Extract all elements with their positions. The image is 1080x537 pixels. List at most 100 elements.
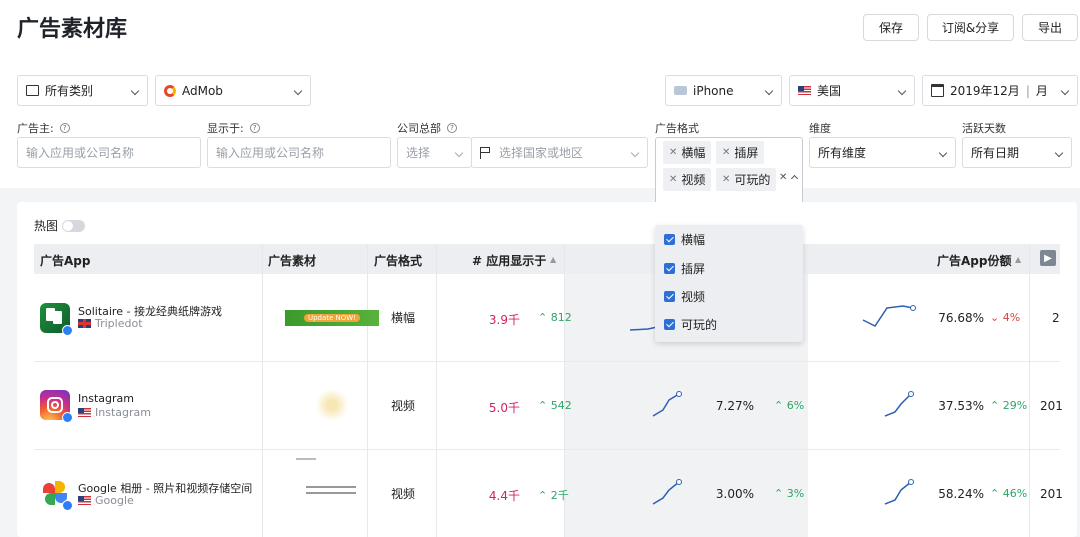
- hq-label: 公司总部?: [397, 120, 457, 136]
- chevron-down-icon: [1054, 148, 1064, 158]
- device-value: iPhone: [693, 83, 734, 98]
- ad-format-tag[interactable]: ✕ 横幅: [663, 141, 712, 164]
- flag-icon: [480, 146, 491, 159]
- mid-change: ⌃ 6%: [774, 399, 805, 412]
- apps-count: 3.9千: [488, 313, 520, 327]
- app-store-icon: [62, 325, 73, 336]
- active-days-label: 活跃天数: [962, 122, 1006, 135]
- publisher: Tripledot: [78, 317, 143, 330]
- chevron-down-icon: [897, 86, 907, 96]
- count-change: ⌃ 2千: [538, 489, 569, 502]
- subscribe-share-button[interactable]: 订阅&分享: [927, 14, 1014, 41]
- table-row[interactable]: Solitaire - 接龙经典纸牌游戏 Tripledot Update NO…: [34, 274, 1060, 362]
- table-row[interactable]: Google 相册 - 照片和视频存储空间 Google 视频 4.4千 ⌃ 2…: [34, 450, 1063, 537]
- uk-flag-icon: [78, 319, 91, 328]
- header-apps-shown[interactable]: # 应用显示于: [472, 252, 546, 269]
- chevron-right-icon[interactable]: ▶: [1040, 250, 1056, 266]
- ad-format-tag[interactable]: ✕ 可玩的: [716, 168, 777, 191]
- clear-icon[interactable]: ✕: [779, 172, 787, 183]
- question-icon[interactable]: ?: [59, 123, 70, 133]
- google-photos-app-icon: [40, 478, 73, 511]
- device-select[interactable]: iPhone: [665, 75, 782, 106]
- header-app[interactable]: 广告App: [40, 252, 90, 269]
- mid-pct: 7.27%: [715, 399, 754, 413]
- trend-sparkline: [652, 391, 682, 417]
- sort-icon[interactable]: ▲: [1015, 255, 1021, 264]
- network-select[interactable]: AdMob: [155, 75, 311, 106]
- heatmap-toggle[interactable]: [62, 220, 85, 232]
- results-card: 热图 广告App 广告素材 广告格式 # 应用显示于 ▲ 广告App份额 ▲ ▶…: [17, 202, 1077, 537]
- dropdown-option[interactable]: 插屏: [664, 260, 705, 277]
- header-format[interactable]: 广告格式: [374, 252, 422, 269]
- shown-on-label: 显示于:?: [207, 120, 260, 136]
- folder-icon: [26, 85, 39, 96]
- export-button[interactable]: 导出: [1022, 14, 1078, 41]
- instagram-app-icon: [40, 390, 73, 423]
- publisher: Instagram: [78, 406, 151, 419]
- creative-thumbnail[interactable]: [296, 458, 368, 508]
- dropdown-option[interactable]: 横幅: [664, 231, 705, 248]
- save-button[interactable]: 保存: [863, 14, 919, 41]
- checkbox-checked-icon[interactable]: [664, 263, 675, 274]
- hq-country-select[interactable]: 选择国家或地区: [471, 137, 648, 168]
- category-value: 所有类别: [45, 84, 94, 98]
- us-flag-icon: [78, 496, 91, 505]
- us-flag-icon: [78, 408, 91, 417]
- sort-icon[interactable]: ▲: [550, 255, 556, 264]
- country-select[interactable]: 美国: [789, 75, 915, 106]
- creative-banner[interactable]: Update NOW!: [285, 310, 379, 326]
- shown-on-input[interactable]: 输入应用或公司名称: [207, 137, 391, 168]
- chevron-down-icon: [764, 86, 774, 96]
- advertiser-label: 广告主:?: [17, 120, 70, 136]
- close-icon[interactable]: ✕: [669, 147, 677, 158]
- close-icon[interactable]: ✕: [722, 174, 730, 185]
- ad-format-tag[interactable]: ✕ 视频: [663, 168, 712, 191]
- advertiser-input[interactable]: 输入应用或公司名称: [17, 137, 201, 168]
- dropdown-option[interactable]: 视频: [664, 288, 705, 305]
- chevron-down-icon: [938, 148, 948, 158]
- date-divider: |: [1025, 83, 1030, 98]
- creative-thumbnail[interactable]: [314, 390, 350, 420]
- question-icon[interactable]: ?: [249, 123, 260, 133]
- app-store-icon: [62, 500, 73, 511]
- chevron-down-icon: [293, 86, 303, 96]
- publisher: Google: [78, 494, 134, 507]
- header-share[interactable]: 广告App份额: [937, 252, 1011, 269]
- dropdown-option[interactable]: 可玩的: [664, 316, 717, 333]
- share-sparkline: [884, 479, 914, 505]
- ad-format-tag[interactable]: ✕ 插屏: [716, 141, 765, 164]
- app-store-icon: [62, 412, 73, 423]
- filter-panel: 广告素材库 保存 订阅&分享 导出 所有类别 AdMob iPhone 美国 2…: [0, 0, 1080, 219]
- admob-icon: [164, 84, 176, 97]
- solitaire-app-icon: [40, 303, 73, 336]
- dimension-label: 维度: [809, 122, 831, 135]
- network-value: AdMob: [182, 83, 223, 98]
- header-creative[interactable]: 广告素材: [268, 252, 316, 269]
- checkbox-checked-icon[interactable]: [664, 291, 675, 302]
- question-icon[interactable]: ?: [447, 123, 457, 133]
- category-select[interactable]: 所有类别: [17, 75, 148, 106]
- close-icon[interactable]: ✕: [669, 174, 677, 185]
- share-pct: 76.68%: [938, 311, 984, 325]
- dimension-select[interactable]: 所有维度: [809, 137, 956, 168]
- app-name[interactable]: Instagram: [78, 392, 134, 405]
- ad-format-label: 广告格式: [655, 122, 699, 135]
- checkbox-checked-icon[interactable]: [664, 319, 675, 330]
- hq-select[interactable]: 选择: [397, 137, 472, 168]
- active-days-select[interactable]: 所有日期: [962, 137, 1072, 168]
- trend-sparkline: [652, 479, 682, 505]
- share-pct: 37.53%: [938, 399, 984, 413]
- date-value: 2019年12月: [950, 84, 1020, 98]
- apps-count: 5.0千: [488, 401, 520, 415]
- chevron-down-icon: [130, 86, 140, 96]
- date-select[interactable]: 2019年12月 | 月: [922, 75, 1078, 106]
- page-title: 广告素材库: [17, 17, 128, 42]
- close-icon[interactable]: ✕: [722, 147, 730, 158]
- chevron-down-icon: [454, 148, 464, 158]
- date-unit: 月: [1035, 84, 1048, 98]
- checkbox-checked-icon[interactable]: [664, 234, 675, 245]
- table-row[interactable]: Instagram Instagram 视频 5.0千 ⌃ 542 7.27% …: [34, 362, 1063, 450]
- last-value: 201: [1040, 399, 1063, 413]
- heatmap-label: 热图: [34, 219, 59, 233]
- chevron-down-icon: [1060, 86, 1070, 96]
